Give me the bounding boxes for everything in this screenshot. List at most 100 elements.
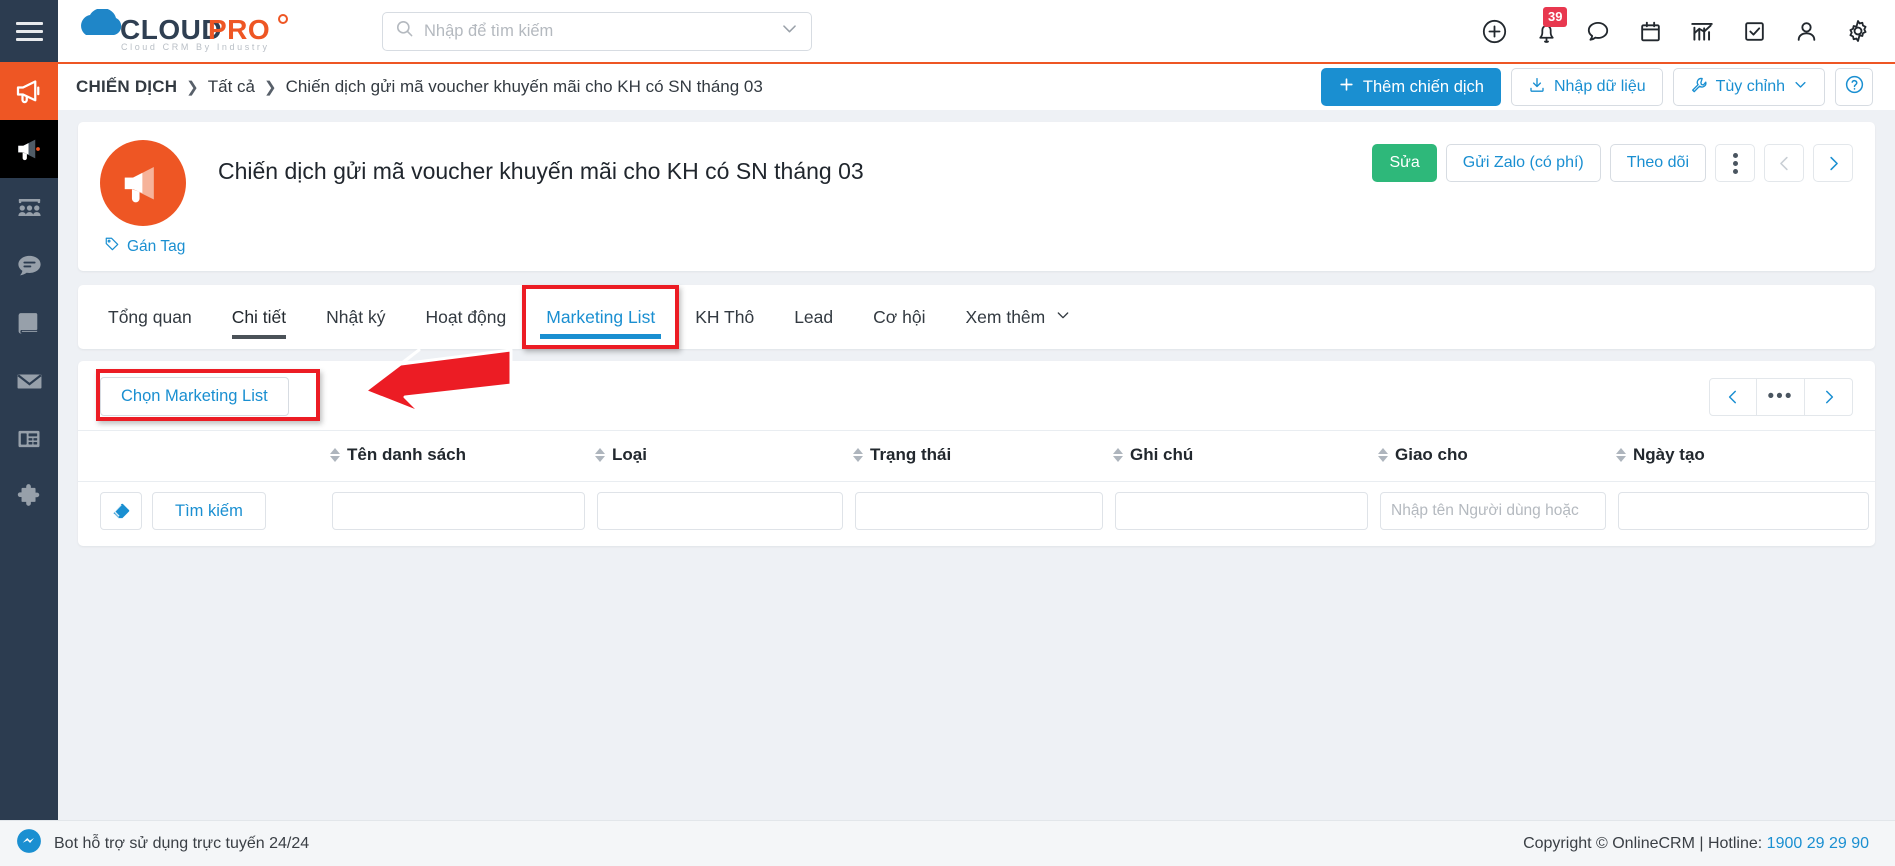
download-import-icon — [1528, 76, 1546, 99]
chat-bubble-icon[interactable] — [1583, 16, 1613, 46]
breadcrumb-root[interactable]: CHIẾN DỊCH — [76, 77, 177, 97]
tab-label: Cơ hội — [873, 306, 926, 327]
tab-xem-them[interactable]: Xem thêm — [945, 285, 1091, 349]
prev-record-button[interactable] — [1764, 144, 1804, 182]
pager-next-button[interactable] — [1805, 377, 1853, 416]
sort-icon[interactable] — [1113, 448, 1123, 462]
brand-logo[interactable]: CLOUD PRO Cloud CRM By Industry — [58, 9, 292, 53]
edit-button[interactable]: Sửa — [1372, 144, 1437, 182]
tab-hoat-dong[interactable]: Hoạt động — [405, 285, 526, 349]
follow-button[interactable]: Theo dõi — [1609, 144, 1706, 182]
settings-gear-icon[interactable] — [1843, 16, 1873, 46]
add-campaign-button[interactable]: Thêm chiến dịch — [1320, 68, 1501, 106]
filter-ghi-chu-input[interactable] — [1115, 492, 1368, 530]
copyright-text: Copyright © OnlineCRM | Hotline: — [1523, 834, 1767, 852]
tab-nhat-ky[interactable]: Nhật ký — [306, 285, 405, 349]
left-sidebar — [0, 62, 58, 820]
help-button[interactable] — [1835, 68, 1873, 106]
calendar-icon[interactable] — [1635, 16, 1665, 46]
marketing-list-panel: Chọn Marketing List ••• Tên danh sách Lo… — [78, 348, 1875, 546]
th-ten-danh-sach[interactable]: Tên danh sách — [326, 430, 591, 482]
tab-marketing-list[interactable]: Marketing List — [526, 285, 675, 349]
sort-icon[interactable] — [1616, 448, 1626, 462]
tab-lead[interactable]: Lead — [774, 285, 853, 349]
tab-chi-tiet[interactable]: Chi tiết — [212, 285, 306, 349]
chevron-right-icon — [1825, 390, 1833, 403]
add-icon[interactable] — [1479, 16, 1509, 46]
sort-icon[interactable] — [330, 448, 340, 462]
annotation-red-arrow — [363, 348, 513, 415]
filter-giao-cho-input[interactable] — [1380, 492, 1606, 530]
kebab-menu-icon[interactable] — [1715, 144, 1755, 182]
plus-icon — [1338, 76, 1355, 98]
send-zalo-button[interactable]: Gửi Zalo (có phí) — [1445, 144, 1601, 182]
tab-kh-tho[interactable]: KH Thô — [675, 285, 774, 349]
import-data-label: Nhập dữ liệu — [1553, 78, 1646, 95]
sidebar-item-chat[interactable] — [0, 236, 58, 294]
breadcrumb-separator: ❯ — [186, 79, 199, 96]
th-actions — [78, 430, 326, 482]
filter-ngay-tao-input[interactable] — [1618, 492, 1869, 530]
customize-label: Tùy chỉnh — [1715, 78, 1785, 95]
tab-tong-quan[interactable]: Tổng quan — [88, 285, 212, 349]
list-toolbar: Chọn Marketing List ••• — [78, 348, 1875, 430]
tab-co-hoi[interactable]: Cơ hội — [853, 285, 945, 349]
hamburger-menu-icon[interactable] — [0, 0, 58, 62]
sidebar-item-extensions[interactable] — [0, 468, 58, 526]
tab-bar-card: Tổng quan Chi tiết Nhật ký Hoạt động Mar… — [78, 285, 1875, 349]
tab-label: Hoạt động — [425, 306, 507, 327]
pager-more-button[interactable]: ••• — [1757, 377, 1805, 416]
analytics-chart-icon[interactable] — [1687, 16, 1717, 46]
filter-ten-danh-sach-input[interactable] — [332, 492, 585, 530]
footer-left: Bot hỗ trợ sử dụng trực tuyến 24/24 — [16, 828, 309, 859]
th-ngay-tao[interactable]: Ngày tạo — [1612, 430, 1875, 482]
hotline-number[interactable]: 1900 29 29 90 — [1767, 835, 1869, 852]
breadcrumb-level1[interactable]: Tất cả — [208, 77, 255, 97]
th-ghi-chu[interactable]: Ghi chú — [1109, 430, 1374, 482]
sidebar-item-campaign-sub[interactable] — [0, 120, 58, 178]
task-checkbox-icon[interactable] — [1739, 16, 1769, 46]
main-area: CHIẾN DỊCH ❯ Tất cả ❯ Chiến dịch gửi mã … — [58, 62, 1895, 820]
user-profile-icon[interactable] — [1791, 16, 1821, 46]
assign-tag-link[interactable]: Gán Tag — [104, 236, 185, 257]
notification-bell-icon[interactable]: 39 — [1531, 7, 1568, 46]
import-data-button[interactable]: Nhập dữ liệu — [1510, 68, 1663, 106]
marketing-list-table: Tên danh sách Loại Trạng thái Ghi chú Gi… — [78, 430, 1875, 542]
th-label: Giao cho — [1395, 445, 1468, 464]
sort-icon[interactable] — [853, 448, 863, 462]
sidebar-item-book[interactable] — [0, 294, 58, 352]
search-input[interactable] — [424, 21, 772, 41]
breadcrumb-separator: ❯ — [264, 79, 277, 96]
breadcrumb-actions: Thêm chiến dịch Nhập dữ liệu Tùy chỉnh — [1320, 68, 1873, 106]
footer-bar: Bot hỗ trợ sử dụng trực tuyến 24/24 Copy… — [0, 820, 1895, 866]
clear-filters-button[interactable] — [100, 492, 142, 530]
choose-marketing-list-button[interactable]: Chọn Marketing List — [100, 377, 289, 416]
sidebar-item-customers[interactable] — [0, 178, 58, 236]
sort-icon[interactable] — [1378, 448, 1388, 462]
tab-label: Xem thêm — [965, 306, 1046, 327]
next-record-button[interactable] — [1813, 144, 1853, 182]
customize-button[interactable]: Tùy chỉnh — [1672, 68, 1825, 106]
sidebar-item-campaign[interactable] — [0, 62, 58, 120]
campaign-card: Chiến dịch gửi mã voucher khuyến mãi cho… — [78, 122, 1875, 271]
pager-prev-button[interactable] — [1709, 377, 1757, 416]
sidebar-item-email[interactable] — [0, 352, 58, 410]
search-box[interactable] — [382, 11, 812, 51]
filter-trang-thai-input[interactable] — [855, 492, 1103, 530]
app-root: CLOUD PRO Cloud CRM By Industry Nhập để … — [0, 0, 1895, 866]
search-button[interactable]: Tìm kiếm — [152, 492, 266, 530]
th-giao-cho[interactable]: Giao cho — [1374, 430, 1612, 482]
th-label: Tên danh sách — [347, 445, 467, 464]
sidebar-item-news[interactable] — [0, 410, 58, 468]
table-filter-row: Tìm kiếm — [78, 482, 1875, 543]
top-bar: CLOUD PRO Cloud CRM By Industry Nhập để … — [0, 0, 1895, 62]
messenger-bot-icon[interactable] — [16, 828, 42, 859]
sort-icon[interactable] — [595, 448, 605, 462]
breadcrumb-bar: CHIẾN DỊCH ❯ Tất cả ❯ Chiến dịch gửi mã … — [58, 62, 1895, 110]
filter-loai-input[interactable] — [597, 492, 843, 530]
th-loai[interactable]: Loại — [591, 430, 849, 482]
th-trang-thai[interactable]: Trạng thái — [849, 430, 1109, 482]
chevron-left-icon — [1728, 390, 1736, 403]
chevron-down-icon[interactable] — [780, 19, 799, 43]
assign-tag-label: Gán Tag — [127, 237, 186, 255]
